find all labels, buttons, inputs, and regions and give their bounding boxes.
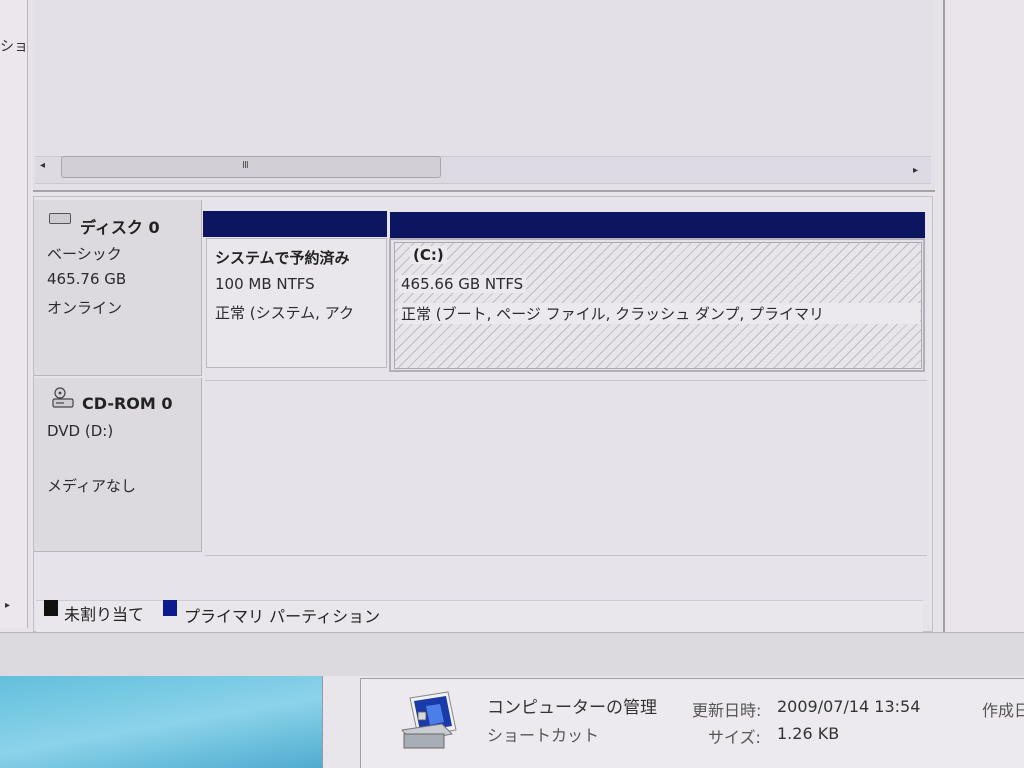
disk-0-title: ディスク 0 (80, 218, 160, 237)
partition-system-reserved-name: システムで予約済み (215, 249, 350, 267)
scrollbar-grip-icon: III (242, 160, 249, 171)
computer-management-icon (396, 690, 466, 752)
scrollbar-thumb[interactable] (61, 156, 441, 178)
partition-system-reserved-size: 100 MB NTFS (215, 275, 315, 293)
desktop-background (0, 676, 360, 768)
tree-item-fragment[interactable]: ショ (0, 36, 28, 56)
disk-0-size: 465.76 GB (47, 270, 127, 288)
partition-c-status: 正常 (ブート, ページ ファイル, クラッシュ ダンプ, プライマリ (398, 303, 920, 324)
partition-c-size: 465.66 GB NTFS (398, 275, 527, 293)
disk-0-status: オンライン (47, 299, 123, 317)
modified-label: 更新日時: (692, 701, 762, 720)
cdrom-0-type: DVD (D:) (47, 422, 114, 440)
modified-value: 2009/07/14 13:54 (777, 697, 921, 716)
partition-header-system-reserved (203, 211, 387, 237)
partition-c-name: (C:) (410, 246, 447, 264)
scroll-left-arrow-icon[interactable]: ◂ (40, 160, 45, 171)
legend-primary-swatch (163, 600, 177, 616)
size-label: サイズ: (708, 728, 761, 747)
cdrom-0-title: CD-ROM 0 (82, 394, 173, 413)
cdrom-0-empty-area (205, 380, 927, 554)
created-label: 作成日 (982, 701, 1024, 720)
partition-system-reserved-status: 正常 (システム, アク (215, 304, 354, 322)
disk-0-type: ベーシック (47, 245, 122, 263)
scroll-right-arrow-icon[interactable]: ▸ (913, 165, 918, 176)
legend-primary-label: プライマリ パーティション (184, 607, 381, 626)
navigation-tree-pane (0, 0, 28, 628)
partition-header-c (390, 212, 925, 239)
legend-unallocated-swatch (44, 600, 58, 616)
legend-unallocated-label: 未割り当て (64, 605, 145, 624)
tree-scroll-right-arrow[interactable]: ▸ (5, 600, 10, 611)
hard-disk-icon (49, 213, 71, 224)
disk-area-divider (205, 555, 927, 556)
actions-pane (943, 0, 1024, 632)
item-name: コンピューターの管理 (487, 698, 657, 718)
cd-drive-icon (51, 386, 75, 413)
item-type: ショートカット (487, 726, 600, 745)
size-value: 1.26 KB (777, 724, 840, 743)
cdrom-0-status: メディアなし (47, 477, 136, 495)
window-bottom-frame (0, 632, 1024, 676)
